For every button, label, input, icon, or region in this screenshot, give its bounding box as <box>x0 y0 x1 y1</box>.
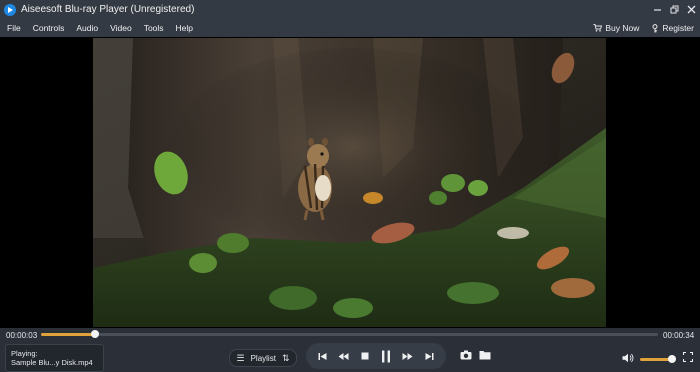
video-frame <box>93 38 606 327</box>
buy-now-button[interactable]: Buy Now <box>593 23 639 33</box>
menu-tools[interactable]: Tools <box>144 23 164 33</box>
playlist-button[interactable]: ☰ Playlist ⇅ <box>229 349 297 367</box>
register-label: Register <box>662 23 694 33</box>
menu-help[interactable]: Help <box>176 23 193 33</box>
cart-icon <box>593 24 603 32</box>
window-title: Aiseesoft Blu-ray Player (Unregistered) <box>21 4 195 15</box>
playlist-label: Playlist <box>250 353 276 363</box>
now-playing-box: Playing: Sample Blu...y Disk.mp4 <box>5 344 104 372</box>
menu-bar: File Controls Audio Video Tools Help Buy… <box>0 19 700 37</box>
menu-file[interactable]: File <box>7 23 21 33</box>
menu-video[interactable]: Video <box>110 23 132 33</box>
rewind-icon[interactable] <box>338 352 349 361</box>
menu-audio[interactable]: Audio <box>76 23 98 33</box>
minimize-icon[interactable] <box>649 0 666 19</box>
seek-bar-fill <box>41 333 96 336</box>
fullscreen-icon[interactable] <box>683 352 693 362</box>
app-logo-icon <box>4 3 16 16</box>
window-controls <box>649 0 700 19</box>
snapshot-camera-icon[interactable] <box>460 350 472 360</box>
register-button[interactable]: Register <box>651 23 694 33</box>
previous-icon[interactable] <box>318 352 327 361</box>
volume-slider[interactable] <box>640 355 677 363</box>
total-duration: 00:00:34 <box>663 331 695 340</box>
elapsed-time: 00:00:03 <box>6 331 38 340</box>
now-playing-label: Playing: <box>11 349 38 358</box>
pause-icon[interactable] <box>381 350 391 363</box>
fast-forward-icon[interactable] <box>402 352 413 361</box>
volume-icon[interactable] <box>622 353 634 363</box>
video-area[interactable] <box>0 37 700 328</box>
buy-now-label: Buy Now <box>605 23 640 33</box>
seek-bar[interactable] <box>41 330 658 338</box>
sort-icon: ⇅ <box>281 352 290 363</box>
stop-icon[interactable] <box>361 352 369 360</box>
restore-icon[interactable] <box>666 0 683 19</box>
next-icon[interactable] <box>425 352 434 361</box>
key-icon <box>652 23 658 32</box>
now-playing-file: Sample Blu...y Disk.mp4 <box>11 358 93 367</box>
list-icon: ☰ <box>236 352 245 363</box>
open-folder-icon[interactable] <box>479 350 491 360</box>
close-icon[interactable] <box>683 0 700 19</box>
menu-controls[interactable]: Controls <box>33 23 65 33</box>
transport-controls <box>306 343 446 369</box>
title-bar: Aiseesoft Blu-ray Player (Unregistered) <box>0 0 700 19</box>
